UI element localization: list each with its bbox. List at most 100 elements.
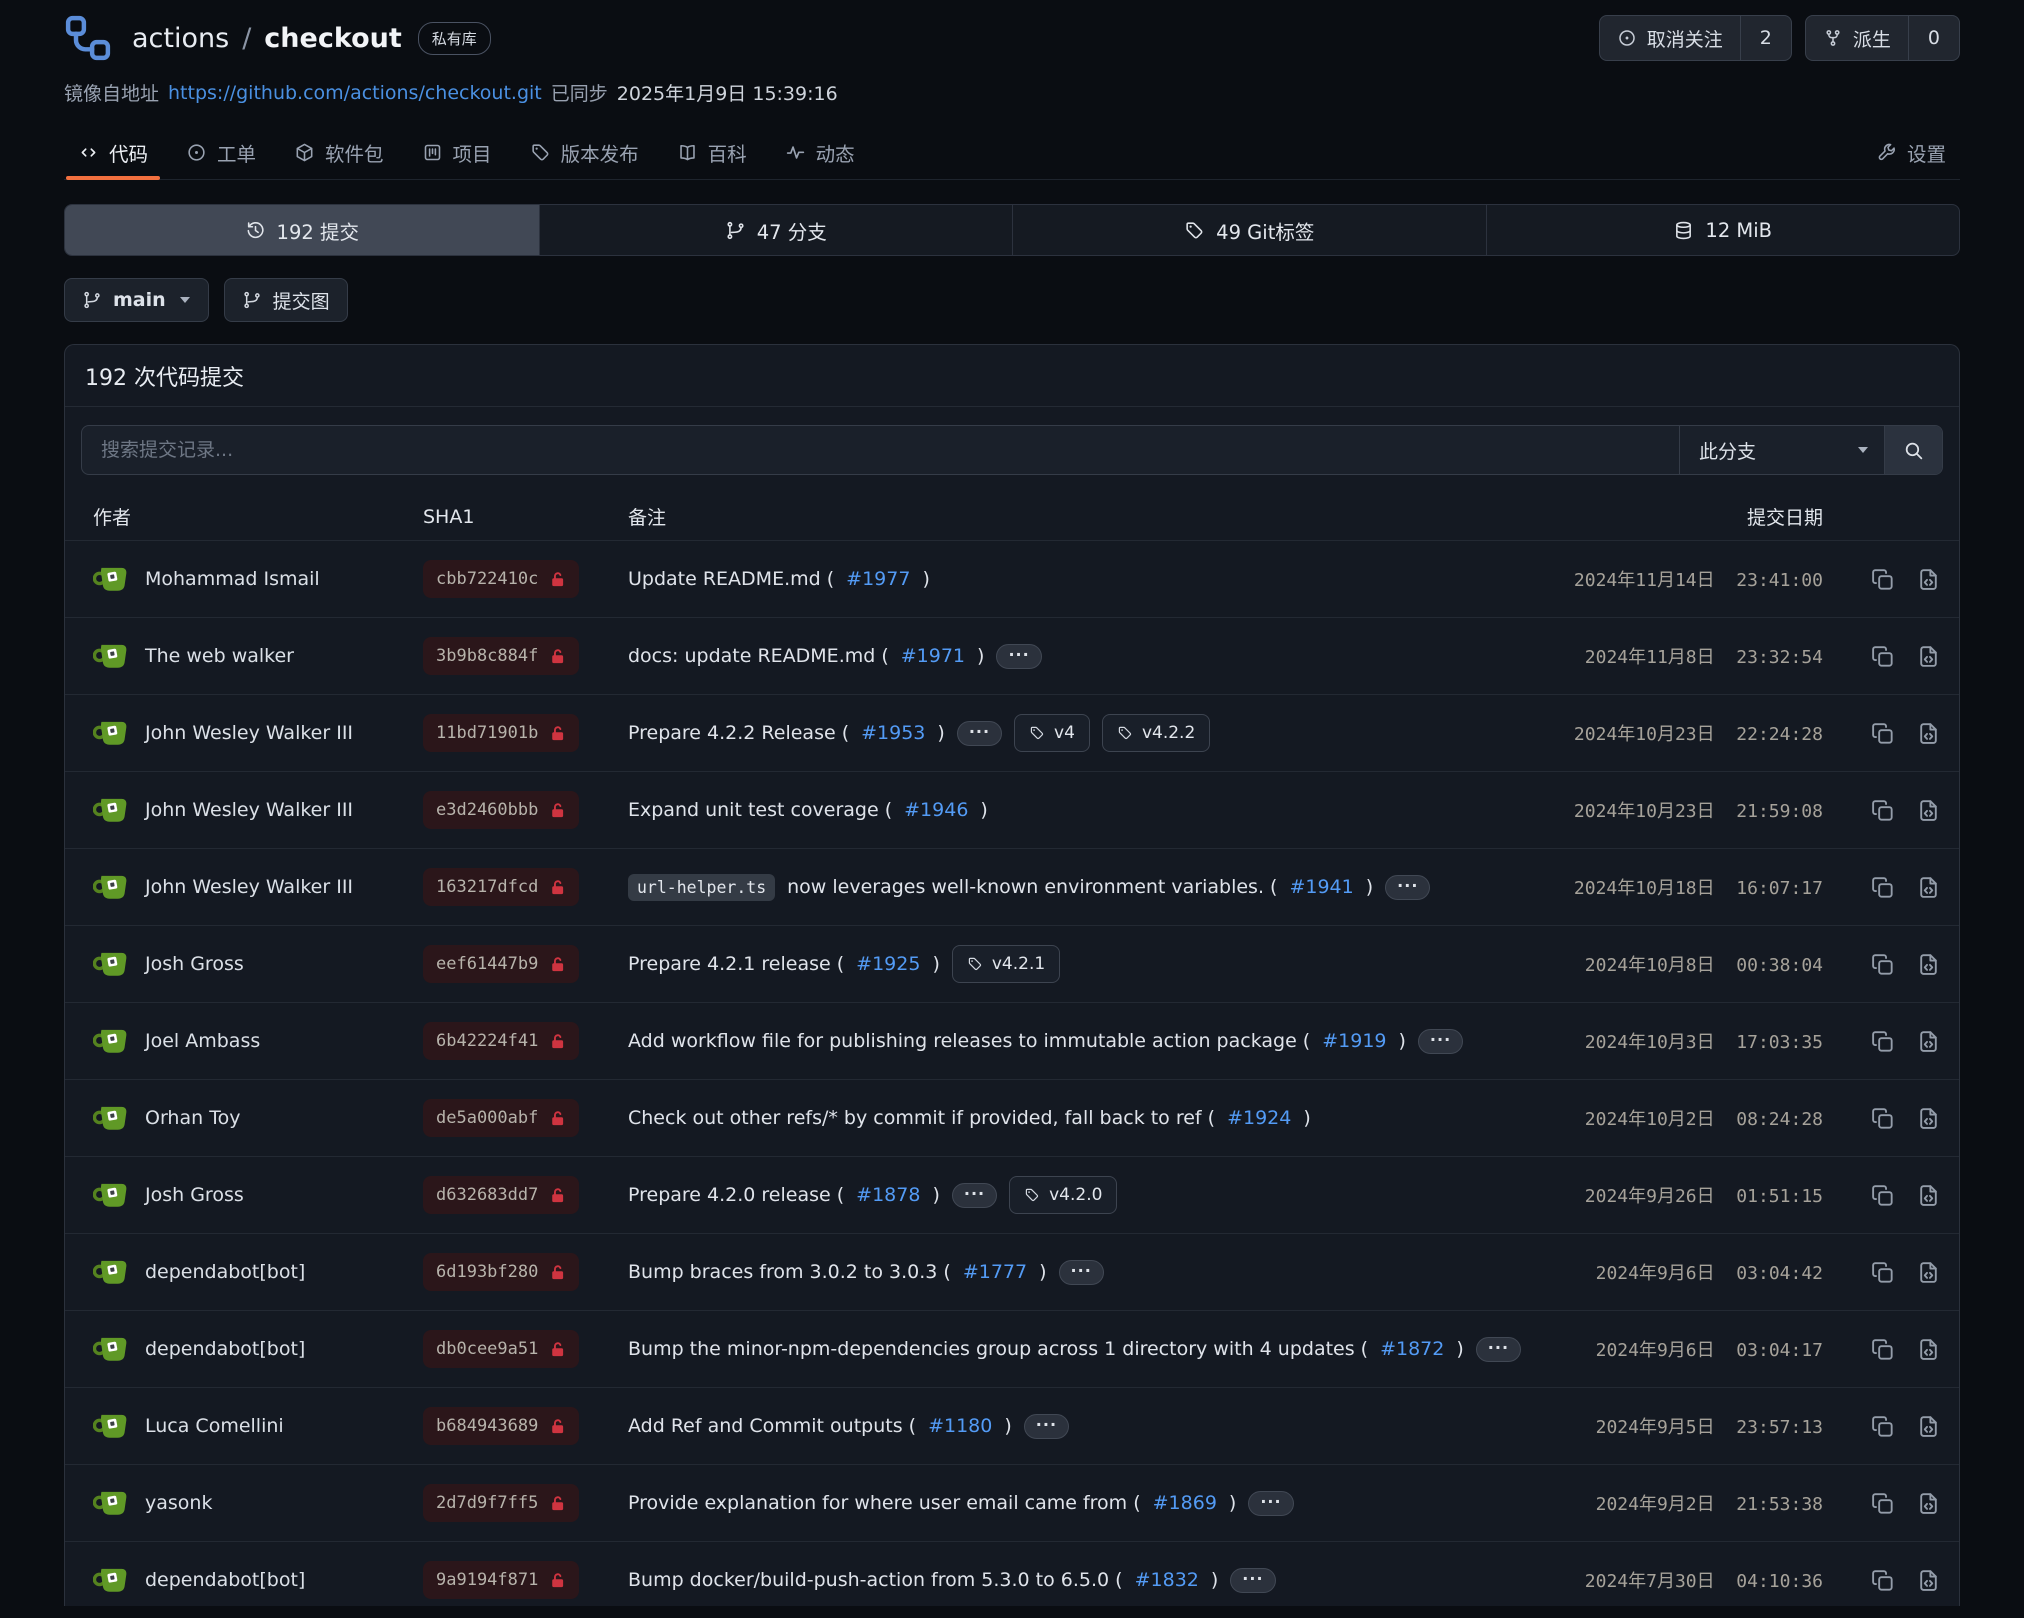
commit-search-input[interactable] bbox=[82, 426, 1679, 474]
unwatch-button[interactable]: 取消关注 2 bbox=[1599, 15, 1792, 61]
commit-graph-button[interactable]: 提交图 bbox=[224, 278, 348, 322]
browse-source-icon[interactable] bbox=[1916, 1337, 1941, 1362]
author-name[interactable]: John Wesley Walker III bbox=[145, 876, 353, 898]
tab-projects[interactable]: 项目 bbox=[408, 126, 506, 179]
table-row[interactable]: John Wesley Walker III e3d2460bbb Expand… bbox=[65, 772, 1959, 849]
expand-commit-button[interactable]: ··· bbox=[952, 1183, 997, 1208]
commit-sha-badge[interactable]: 3b9b8c884f bbox=[423, 637, 579, 675]
issue-link[interactable]: #1977 bbox=[846, 568, 910, 590]
author-name[interactable]: Mohammad Ismail bbox=[145, 568, 320, 590]
table-row[interactable]: The web walker 3b9b8c884f docs: update R… bbox=[65, 618, 1959, 695]
copy-sha-icon[interactable] bbox=[1870, 1183, 1895, 1208]
commit-sha-badge[interactable]: 6b42224f41 bbox=[423, 1022, 579, 1060]
issue-link[interactable]: #1946 bbox=[904, 799, 968, 821]
issue-link[interactable]: #1869 bbox=[1153, 1492, 1217, 1514]
author-name[interactable]: Luca Comellini bbox=[145, 1415, 284, 1437]
commit-sha-badge[interactable]: cbb722410c bbox=[423, 560, 579, 598]
tab-activity[interactable]: 动态 bbox=[771, 126, 869, 179]
copy-sha-icon[interactable] bbox=[1870, 721, 1895, 746]
issue-link[interactable]: #1925 bbox=[856, 953, 920, 975]
browse-source-icon[interactable] bbox=[1916, 1491, 1941, 1516]
expand-commit-button[interactable]: ··· bbox=[1248, 1491, 1293, 1516]
author-name[interactable]: dependabot[bot] bbox=[145, 1261, 305, 1283]
table-row[interactable]: yasonk 2d7d9f7ff5 Provide explanation fo… bbox=[65, 1465, 1959, 1542]
author-name[interactable]: Josh Gross bbox=[145, 953, 244, 975]
fork-button[interactable]: 派生 0 bbox=[1805, 15, 1960, 61]
tag-chip[interactable]: v4 bbox=[1014, 714, 1090, 752]
browse-source-icon[interactable] bbox=[1916, 644, 1941, 669]
expand-commit-button[interactable]: ··· bbox=[1476, 1337, 1521, 1362]
issue-link[interactable]: #1919 bbox=[1322, 1030, 1386, 1052]
browse-source-icon[interactable] bbox=[1916, 721, 1941, 746]
fork-count[interactable]: 0 bbox=[1908, 16, 1959, 60]
author-name[interactable]: Josh Gross bbox=[145, 1184, 244, 1206]
table-row[interactable]: dependabot[bot] 9a9194f871 Bump docker/b… bbox=[65, 1542, 1959, 1606]
author-name[interactable]: dependabot[bot] bbox=[145, 1338, 305, 1360]
issue-link[interactable]: #1924 bbox=[1227, 1107, 1291, 1129]
table-row[interactable]: Josh Gross eef61447b9 Prepare 4.2.1 rele… bbox=[65, 926, 1959, 1003]
table-row[interactable]: dependabot[bot] db0cee9a51 Bump the mino… bbox=[65, 1311, 1959, 1388]
author-name[interactable]: Orhan Toy bbox=[145, 1107, 240, 1129]
commit-sha-badge[interactable]: d632683dd7 bbox=[423, 1176, 579, 1214]
table-row[interactable]: Josh Gross d632683dd7 Prepare 4.2.0 rele… bbox=[65, 1157, 1959, 1234]
copy-sha-icon[interactable] bbox=[1870, 1106, 1895, 1131]
copy-sha-icon[interactable] bbox=[1870, 1260, 1895, 1285]
copy-sha-icon[interactable] bbox=[1870, 1491, 1895, 1516]
commit-sha-badge[interactable]: db0cee9a51 bbox=[423, 1330, 579, 1368]
expand-commit-button[interactable]: ··· bbox=[1024, 1414, 1069, 1439]
issue-link[interactable]: #1777 bbox=[963, 1261, 1027, 1283]
table-row[interactable]: Orhan Toy de5a000abf Check out other ref… bbox=[65, 1080, 1959, 1157]
stat-tags[interactable]: 49 Git标签 bbox=[1012, 205, 1486, 255]
expand-commit-button[interactable]: ··· bbox=[1385, 875, 1430, 900]
browse-source-icon[interactable] bbox=[1916, 952, 1941, 977]
branch-filter-select[interactable]: 此分支 bbox=[1679, 426, 1884, 474]
commit-sha-badge[interactable]: 163217dfcd bbox=[423, 868, 579, 906]
author-name[interactable]: The web walker bbox=[145, 645, 294, 667]
issue-link[interactable]: #1872 bbox=[1380, 1338, 1444, 1360]
table-row[interactable]: Joel Ambass 6b42224f41 Add workflow file… bbox=[65, 1003, 1959, 1080]
browse-source-icon[interactable] bbox=[1916, 875, 1941, 900]
table-row[interactable]: Mohammad Ismail cbb722410c Update README… bbox=[65, 541, 1959, 618]
author-name[interactable]: John Wesley Walker III bbox=[145, 799, 353, 821]
tag-chip[interactable]: v4.2.2 bbox=[1102, 714, 1210, 752]
browse-source-icon[interactable] bbox=[1916, 567, 1941, 592]
author-name[interactable]: Joel Ambass bbox=[145, 1030, 260, 1052]
copy-sha-icon[interactable] bbox=[1870, 1029, 1895, 1054]
expand-commit-button[interactable]: ··· bbox=[1059, 1260, 1104, 1285]
browse-source-icon[interactable] bbox=[1916, 1260, 1941, 1285]
copy-sha-icon[interactable] bbox=[1870, 644, 1895, 669]
browse-source-icon[interactable] bbox=[1916, 1106, 1941, 1131]
commit-sha-badge[interactable]: 2d7d9f7ff5 bbox=[423, 1484, 579, 1522]
tab-wiki[interactable]: 百科 bbox=[663, 126, 761, 179]
table-row[interactable]: dependabot[bot] 6d193bf280 Bump braces f… bbox=[65, 1234, 1959, 1311]
author-name[interactable]: yasonk bbox=[145, 1492, 212, 1514]
expand-commit-button[interactable]: ··· bbox=[1230, 1568, 1275, 1593]
commit-sha-badge[interactable]: eef61447b9 bbox=[423, 945, 579, 983]
browse-source-icon[interactable] bbox=[1916, 1029, 1941, 1054]
commit-sha-badge[interactable]: 6d193bf280 bbox=[423, 1253, 579, 1291]
commit-search-button[interactable] bbox=[1884, 426, 1942, 474]
tab-settings[interactable]: 设置 bbox=[1862, 126, 1960, 179]
copy-sha-icon[interactable] bbox=[1870, 1568, 1895, 1593]
author-name[interactable]: dependabot[bot] bbox=[145, 1569, 305, 1591]
commit-sha-badge[interactable]: b684943689 bbox=[423, 1407, 579, 1445]
repo-owner-link[interactable]: actions bbox=[132, 23, 229, 54]
issue-link[interactable]: #1180 bbox=[928, 1415, 992, 1437]
stat-size[interactable]: 12 MiB bbox=[1486, 205, 1960, 255]
expand-commit-button[interactable]: ··· bbox=[996, 644, 1041, 669]
browse-source-icon[interactable] bbox=[1916, 1414, 1941, 1439]
copy-sha-icon[interactable] bbox=[1870, 567, 1895, 592]
issue-link[interactable]: #1953 bbox=[861, 722, 925, 744]
copy-sha-icon[interactable] bbox=[1870, 952, 1895, 977]
stat-branches[interactable]: 47 分支 bbox=[539, 205, 1013, 255]
commit-sha-badge[interactable]: 11bd71901b bbox=[423, 714, 579, 752]
expand-commit-button[interactable]: ··· bbox=[957, 721, 1002, 746]
copy-sha-icon[interactable] bbox=[1870, 798, 1895, 823]
commit-sha-badge[interactable]: e3d2460bbb bbox=[423, 791, 579, 829]
tab-code[interactable]: 代码 bbox=[64, 126, 162, 179]
issue-link[interactable]: #1832 bbox=[1135, 1569, 1199, 1591]
commit-sha-badge[interactable]: 9a9194f871 bbox=[423, 1561, 579, 1599]
table-row[interactable]: John Wesley Walker III 11bd71901b Prepar… bbox=[65, 695, 1959, 772]
tab-packages[interactable]: 软件包 bbox=[280, 126, 398, 179]
issue-link[interactable]: #1971 bbox=[901, 645, 965, 667]
